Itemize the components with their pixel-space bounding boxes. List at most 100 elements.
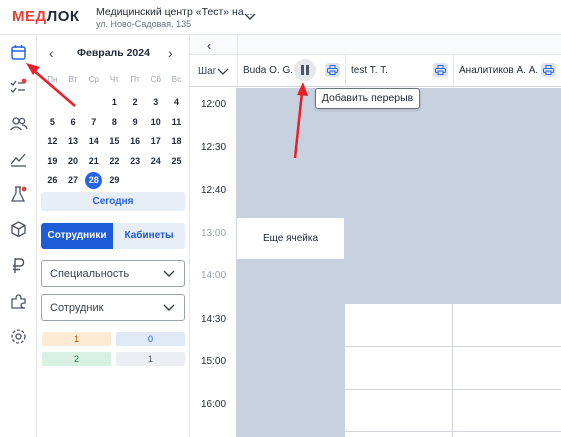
chevron-down-icon[interactable] [244, 12, 256, 22]
calendar-day-number: 28 [85, 172, 103, 189]
time-label: 12:30 [200, 142, 227, 153]
calendar-day[interactable]: 25 [166, 152, 187, 172]
calendar-day[interactable]: 28 [83, 171, 104, 191]
calendar-day[interactable]: 13 [63, 132, 84, 152]
clinic-name[interactable]: Медицинский центр «Тест» на ... [96, 6, 255, 18]
weekday-label: Сб [150, 75, 161, 84]
chevron-down-icon[interactable] [217, 68, 229, 76]
puzzle-icon[interactable] [9, 292, 28, 311]
calendar-day-empty [63, 93, 84, 113]
calendar-day[interactable]: 27 [63, 171, 84, 191]
calendar-day[interactable]: 7 [83, 113, 104, 133]
calendar-day[interactable]: 9 [125, 113, 146, 133]
doctor-name: test T. T. [351, 65, 388, 76]
tab-staff[interactable]: Сотрудники [41, 223, 113, 249]
logo[interactable]: МЕДЛОК [12, 8, 80, 25]
schedule-back-button[interactable]: ‹ [207, 38, 211, 53]
calendar-day-number: 20 [68, 155, 79, 166]
print-button[interactable] [433, 63, 448, 77]
calendar-day[interactable]: 14 [83, 132, 104, 152]
time-column: 12:00 12:30 12:40 13:00 14:00 14:30 15:0… [190, 88, 237, 437]
calendar-day[interactable]: 21 [83, 152, 104, 172]
checklist-icon[interactable] [9, 78, 28, 97]
calendar-day-number: 25 [171, 155, 182, 166]
calendar-day[interactable]: 17 [145, 132, 166, 152]
time-label: 14:00 [200, 270, 227, 281]
specialty-select-label: Специальность [50, 268, 130, 280]
calendar-day[interactable]: 19 [42, 152, 63, 172]
calendar-day[interactable]: 23 [125, 152, 146, 172]
divider [237, 35, 238, 55]
calendar-day[interactable]: 10 [145, 113, 166, 133]
add-break-button[interactable] [294, 59, 316, 81]
calendar-day[interactable]: 4 [166, 93, 187, 113]
ruble-icon[interactable] [9, 256, 28, 275]
chart-icon[interactable] [9, 149, 28, 168]
print-button[interactable] [541, 63, 556, 77]
employee-select[interactable]: Сотрудник [41, 294, 185, 321]
view-toggle: Сотрудники Кабинеты [41, 223, 185, 249]
time-label: 15:00 [200, 356, 227, 367]
calendar-day[interactable]: 6 [63, 113, 84, 133]
time-label: 12:00 [200, 99, 227, 110]
calendar-day[interactable]: 15 [104, 132, 125, 152]
doctor-column-header: Buda O. G. [237, 55, 345, 87]
calendar-day[interactable]: 5 [42, 113, 63, 133]
flask-icon[interactable] [9, 185, 28, 204]
top-bar: МЕДЛОК Медицинский центр «Тест» на ... у… [0, 0, 561, 35]
calendar-day-number: 16 [130, 136, 141, 146]
doctor-column-header: Аналитиков А. А. [453, 55, 561, 87]
calendar-day-number: 24 [150, 155, 161, 166]
calendar-day-number: 7 [91, 116, 97, 127]
calendar-day[interactable]: 11 [166, 113, 187, 133]
more-cells-button[interactable]: Еще ячейка [237, 218, 344, 259]
counter-badge: 2 [42, 352, 111, 366]
calendar-day[interactable]: 29 [104, 171, 125, 191]
calendar-day[interactable]: 1 [104, 93, 125, 113]
time-label: 16:00 [200, 399, 227, 410]
time-label: 12:40 [200, 185, 227, 196]
next-month-button[interactable]: › [168, 45, 173, 61]
weekday-label: Вс [171, 75, 182, 84]
step-label[interactable]: Шаг [198, 66, 216, 77]
calendar-day[interactable]: 3 [145, 93, 166, 113]
employee-select-label: Сотрудник [50, 302, 104, 314]
calendar-day-number: 18 [171, 136, 182, 146]
calendar-day-number: 17 [150, 136, 161, 146]
users-icon[interactable] [9, 114, 28, 133]
calendar-day[interactable]: 16 [125, 132, 146, 152]
counter-badge: 0 [116, 332, 185, 346]
calendar-day[interactable]: 24 [145, 152, 166, 172]
chevron-down-icon [163, 270, 175, 277]
calendar-day[interactable]: 26 [42, 171, 63, 191]
calendar-icon[interactable] [9, 43, 28, 62]
weekday-label: Вт [68, 75, 78, 84]
calendar-day[interactable]: 12 [42, 132, 63, 152]
calendar-day[interactable]: 18 [166, 132, 187, 152]
pause-icon [301, 65, 304, 75]
calendar-day[interactable]: 20 [63, 152, 84, 172]
calendar-day-number: 5 [49, 116, 55, 127]
print-button[interactable] [325, 63, 340, 77]
calendar-day-number: 23 [130, 155, 141, 166]
calendar-days: 1 2 3 4 5 6 7 8 9 10 11 12 13 14 15 16 17 18 19 20 21 22 23 24 2… [42, 93, 187, 191]
calendar-day[interactable]: 8 [104, 113, 125, 133]
doctor-column-header: test T. T. [345, 55, 453, 87]
tab-rooms[interactable]: Кабинеты [113, 223, 185, 249]
calendar-day[interactable]: 22 [104, 152, 125, 172]
pause-icon [306, 65, 309, 75]
specialty-select[interactable]: Специальность [41, 260, 185, 287]
time-label: 13:00 [200, 228, 227, 239]
calendar-day-empty [42, 93, 63, 113]
calendar-day-number: 6 [70, 116, 76, 127]
calendar-day[interactable]: 2 [125, 93, 146, 113]
printer-icon [543, 65, 554, 75]
calendar-day-number: 1 [111, 97, 117, 107]
settings-icon[interactable] [9, 327, 28, 346]
today-button[interactable]: Сегодня [41, 192, 185, 211]
divider [452, 304, 453, 437]
weekday-label: Ср [88, 75, 99, 84]
box-icon[interactable] [9, 220, 28, 239]
free-slots-area[interactable] [345, 304, 561, 437]
sidebar-rail [0, 35, 37, 437]
